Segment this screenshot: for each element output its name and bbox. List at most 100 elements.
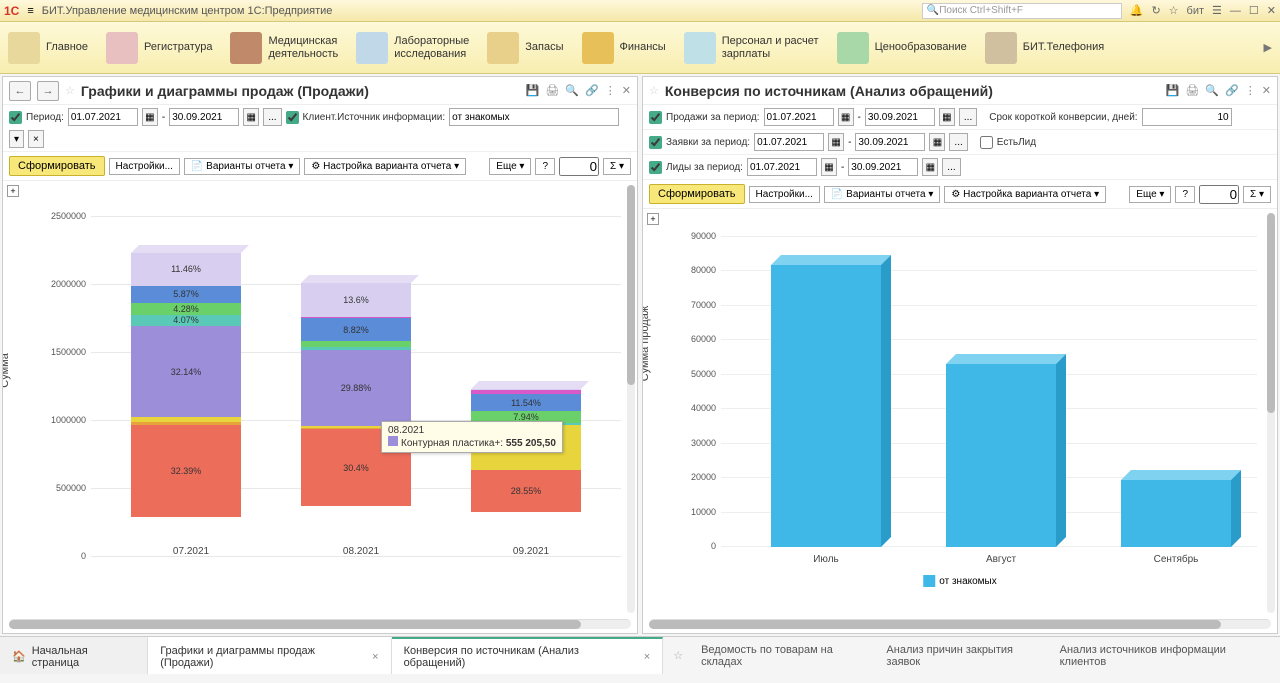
favorite-icon[interactable]: ☆ <box>1169 4 1179 17</box>
leads-from[interactable] <box>747 158 817 176</box>
period-checkbox[interactable] <box>9 111 22 124</box>
calendar-icon[interactable]: ▦ <box>821 158 837 176</box>
horizontal-scrollbar[interactable] <box>649 619 1271 629</box>
star-icon[interactable]: ☆ <box>649 84 659 97</box>
generate-button[interactable]: Сформировать <box>649 184 745 204</box>
source-clear-x-button[interactable]: × <box>28 130 44 148</box>
sum-button[interactable]: Σ ▾ <box>603 158 631 175</box>
sales-from[interactable] <box>764 108 834 126</box>
link-stock-report[interactable]: Ведомость по товарам на складах <box>701 644 872 668</box>
period-btn[interactable]: ... <box>949 133 967 151</box>
variants-button[interactable]: 📄 Варианты отчета ▾ <box>184 158 300 175</box>
period-btn[interactable]: ... <box>942 158 960 176</box>
nav-hr[interactable]: Персонал и расчет зарплаты <box>684 32 819 64</box>
horizontal-scrollbar[interactable] <box>9 619 631 629</box>
preview-icon[interactable]: 🔍 <box>1205 84 1219 97</box>
y-axis-label: Сумма продаж <box>643 306 651 381</box>
global-search[interactable]: 🔍 Поиск Ctrl+Shift+F <box>922 3 1122 19</box>
star-icon[interactable]: ☆ <box>65 84 75 97</box>
leads-period-checkbox[interactable] <box>649 161 662 174</box>
link-info-sources[interactable]: Анализ источников информации клиентов <box>1060 644 1270 668</box>
variant-setup-button[interactable]: ⚙ Настройка варианта отчета ▾ <box>304 158 466 175</box>
nav-telephony[interactable]: БИТ.Телефония <box>985 32 1104 64</box>
variant-setup-button[interactable]: ⚙ Настройка варианта отчета ▾ <box>944 186 1106 203</box>
toolbar-more-icon[interactable]: ▶ <box>1264 41 1272 54</box>
conv-days-field[interactable] <box>1142 108 1232 126</box>
link-icon[interactable]: 🔗 <box>1225 84 1239 97</box>
source-field[interactable] <box>449 108 619 126</box>
calendar-icon[interactable]: ▦ <box>828 133 844 151</box>
source-clear-button[interactable]: ▾ <box>9 130 24 148</box>
calendar-icon[interactable]: ▦ <box>929 133 945 151</box>
nav-finance[interactable]: Финансы <box>582 32 666 64</box>
history-icon[interactable]: ↻ <box>1151 4 1160 17</box>
nav-pricing[interactable]: Ценообразование <box>837 32 967 64</box>
calendar-from-icon[interactable]: ▦ <box>142 108 158 126</box>
nav-stock[interactable]: Запасы <box>487 32 563 64</box>
haslead-checkbox[interactable] <box>980 136 993 149</box>
vertical-scrollbar[interactable] <box>1267 213 1275 613</box>
hamburger-icon[interactable]: ≡ <box>27 5 33 17</box>
variants-button[interactable]: 📄 Варианты отчета ▾ <box>824 186 940 203</box>
save-icon[interactable]: 💾 <box>1166 84 1180 97</box>
save-icon[interactable]: 💾 <box>526 84 540 97</box>
preview-icon[interactable]: 🔍 <box>565 84 579 97</box>
tab-conversion[interactable]: Конверсия по источникам (Анализ обращени… <box>392 637 664 674</box>
generate-button[interactable]: Сформировать <box>9 156 105 176</box>
help-button[interactable]: ? <box>535 158 555 175</box>
nav-main[interactable]: Главное <box>8 32 88 64</box>
forward-button[interactable]: → <box>37 81 59 101</box>
close-icon[interactable]: ✕ <box>1267 4 1276 17</box>
link-close-reasons[interactable]: Анализ причин закрытия заявок <box>886 644 1045 668</box>
sum-button[interactable]: Σ ▾ <box>1243 186 1271 203</box>
settings-button[interactable]: Настройки... <box>749 186 820 203</box>
date-to[interactable] <box>169 108 239 126</box>
sales-period-checkbox[interactable] <box>649 111 662 124</box>
maximize-icon[interactable]: ☐ <box>1249 4 1259 17</box>
pane-close-icon[interactable]: ✕ <box>622 84 631 97</box>
sales-to[interactable] <box>865 108 935 126</box>
vertical-scrollbar[interactable] <box>627 185 635 613</box>
calendar-to-icon[interactable]: ▦ <box>243 108 259 126</box>
tab-close-icon[interactable]: × <box>372 651 378 663</box>
orders-to[interactable] <box>855 133 925 151</box>
more-button[interactable]: Еще ▾ <box>489 158 531 175</box>
more-button[interactable]: Еще ▾ <box>1129 186 1171 203</box>
period-btn[interactable]: ... <box>959 108 977 126</box>
expand-icon[interactable]: + <box>647 213 659 225</box>
count-field[interactable] <box>1199 185 1239 204</box>
bell-icon[interactable]: 🔔 <box>1130 4 1144 17</box>
panel-icon[interactable]: ☰ <box>1212 4 1222 17</box>
leads-to[interactable] <box>848 158 918 176</box>
help-button[interactable]: ? <box>1175 186 1195 203</box>
app-logo: 1C <box>4 4 19 18</box>
link-icon[interactable]: 🔗 <box>585 84 599 97</box>
more-menu-icon[interactable]: ⋮ <box>605 84 616 97</box>
orders-from[interactable] <box>754 133 824 151</box>
source-checkbox[interactable] <box>286 111 299 124</box>
expand-icon[interactable]: + <box>7 185 19 197</box>
orders-period-checkbox[interactable] <box>649 136 662 149</box>
period-select-button[interactable]: ... <box>263 108 281 126</box>
calendar-icon[interactable]: ▦ <box>939 108 955 126</box>
date-from[interactable] <box>68 108 138 126</box>
pane-close-icon[interactable]: ✕ <box>1262 84 1271 97</box>
nav-lab[interactable]: Лабораторные исследования <box>356 32 469 64</box>
star-icon[interactable]: ☆ <box>673 649 683 662</box>
count-field[interactable] <box>559 157 599 176</box>
tab-sales-charts[interactable]: Графики и диаграммы продаж (Продажи) × <box>148 637 391 674</box>
calendar-icon[interactable]: ▦ <box>922 158 938 176</box>
user-label[interactable]: бит <box>1187 5 1204 17</box>
nav-medical[interactable]: Медицинская деятельность <box>230 32 338 64</box>
settings-button[interactable]: Настройки... <box>109 158 180 175</box>
minimize-icon[interactable]: — <box>1230 5 1241 17</box>
nav-reception[interactable]: Регистратура <box>106 32 212 64</box>
print-icon[interactable]: 🖨 <box>545 84 559 97</box>
left-pane-title: Графики и диаграммы продаж (Продажи) <box>81 83 369 99</box>
tab-close-icon[interactable]: × <box>644 651 650 663</box>
more-menu-icon[interactable]: ⋮ <box>1245 84 1256 97</box>
calendar-icon[interactable]: ▦ <box>838 108 854 126</box>
back-button[interactable]: ← <box>9 81 31 101</box>
tab-home[interactable]: 🏠 Начальная страница <box>0 637 148 674</box>
print-icon[interactable]: 🖨 <box>1185 84 1199 97</box>
